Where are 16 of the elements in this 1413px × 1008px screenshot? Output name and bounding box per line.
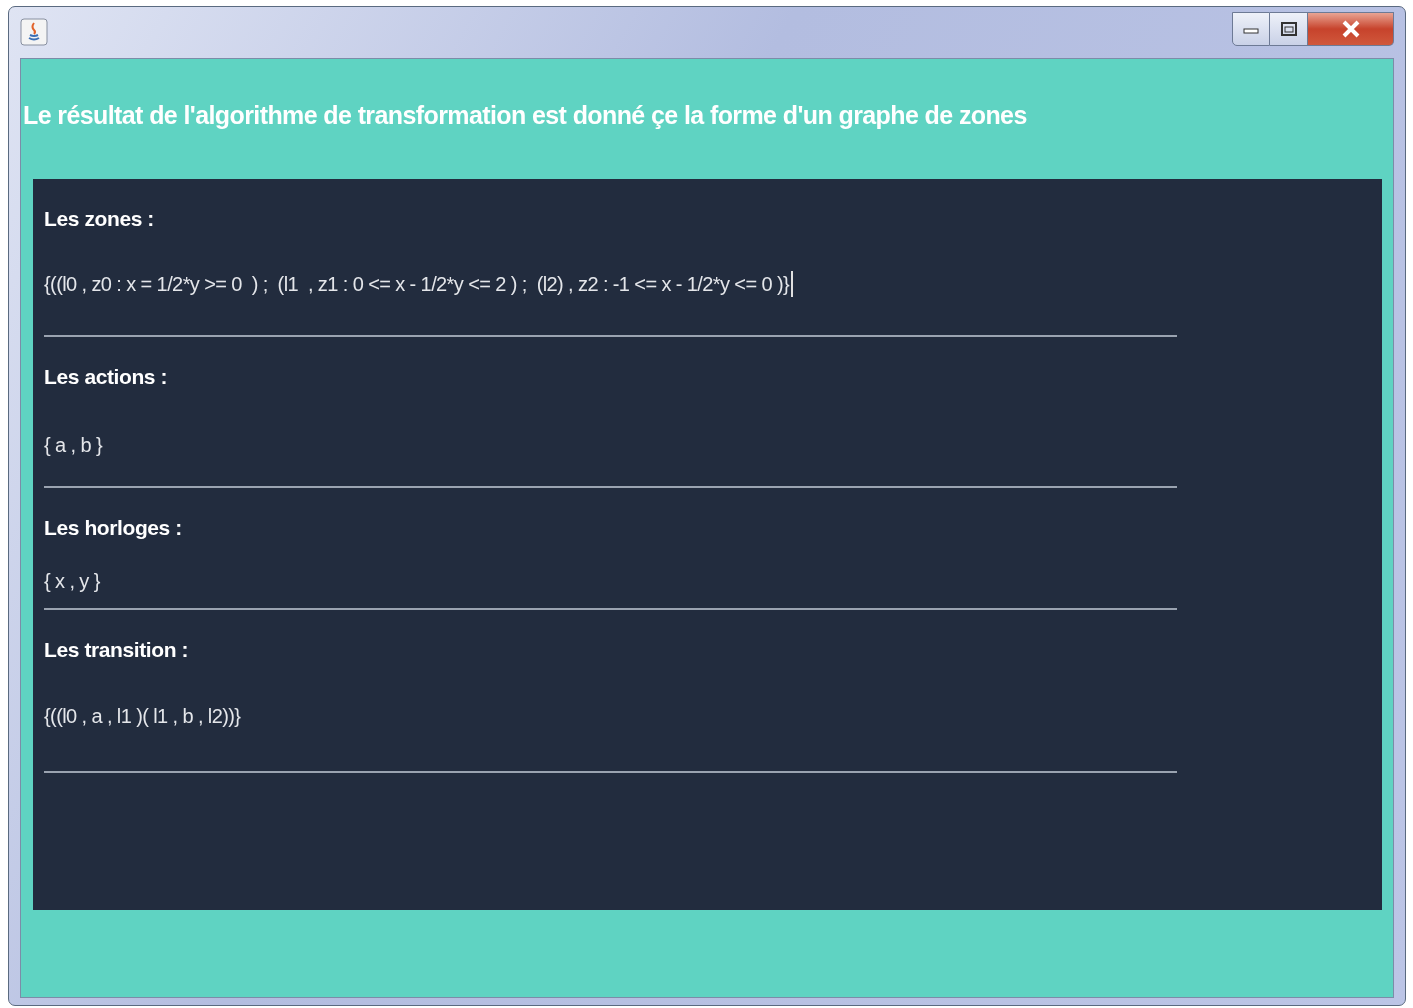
section-value: {((l0 , a , l1 )( l1 , b , l2))}: [44, 704, 241, 729]
minimize-button[interactable]: [1232, 12, 1270, 46]
maximize-button[interactable]: [1270, 12, 1308, 46]
section-value: {((l0 , z0 : x = 1/2*y >= 0 ) ; (l1 , z1 : 0 <= x - 1/2*y <= 2 ) ; (l2) , z2 : -1 <= x - 1/2*y <= 0 )}: [44, 271, 790, 297]
section-label: Les horloges :: [44, 515, 183, 541]
section-value: { a , b }: [44, 433, 102, 458]
java-icon: [20, 18, 48, 46]
section-label: Les transition :: [44, 636, 190, 663]
heading: Le résultat de l'algorithme de transformation est donné çe la forme d'un graphe de zones: [23, 100, 1028, 131]
text-cursor: [791, 270, 794, 297]
section-label: Les zones :: [44, 206, 155, 232]
close-icon: [1340, 20, 1361, 38]
close-button[interactable]: [1308, 12, 1394, 46]
section-value: { x , y }: [44, 568, 100, 594]
maximize-icon: [1279, 21, 1298, 37]
section-label: Les actions :: [44, 363, 169, 390]
